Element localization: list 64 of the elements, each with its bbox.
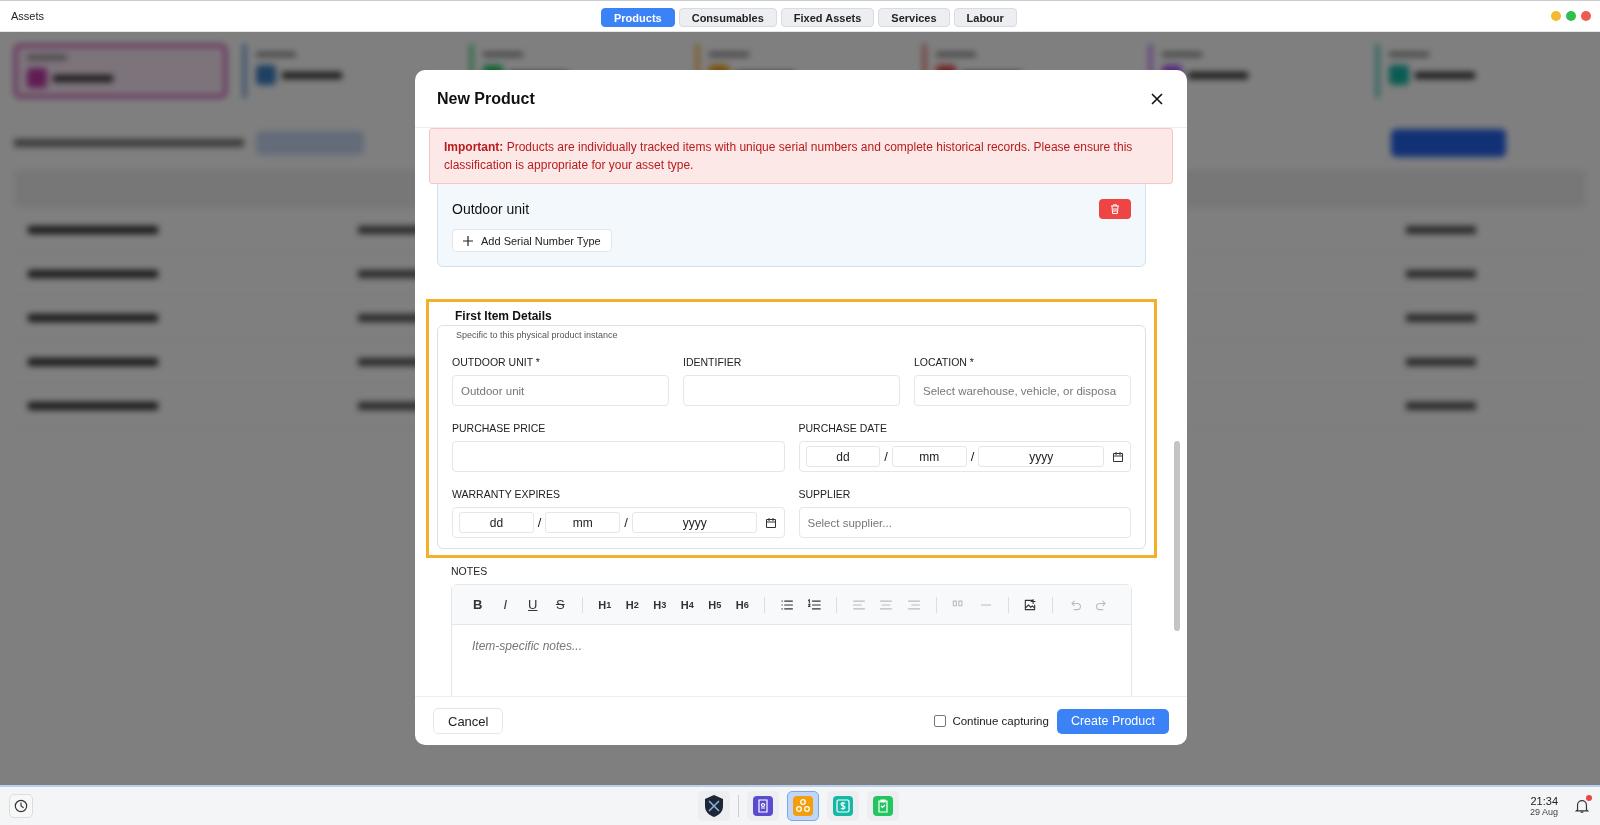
plus-icon <box>463 235 473 246</box>
dollar-app-icon[interactable] <box>827 791 859 821</box>
field-label: PURCHASE PRICE <box>452 422 547 434</box>
field-label: NOTES <box>451 565 489 577</box>
warning-banner: Important: Products are individually tracked items with unique serial numbers and complete historical records. Please ensure this classification is appropriate for your asset type. <box>429 128 1173 184</box>
date-segment[interactable]: mm <box>545 512 621 533</box>
dialog-title: New Product <box>437 89 535 108</box>
clock-date: 29 Aug <box>1529 807 1558 817</box>
maximize-dot[interactable] <box>1566 11 1576 21</box>
tab[interactable]: Labour <box>953 8 1017 27</box>
tab[interactable]: Services <box>878 8 950 27</box>
field-label: PURCHASE DATE <box>798 422 888 434</box>
delete-button[interactable] <box>1099 199 1131 219</box>
section-title: First Item Details <box>455 309 553 323</box>
tab[interactable]: Fixed Assets <box>780 8 875 27</box>
cancel-button[interactable]: Cancel <box>433 708 504 734</box>
app-title: Assets <box>11 10 44 22</box>
date-field[interactable]: dd / mm / yyyy <box>452 507 785 538</box>
date-segment[interactable]: yyyy <box>631 512 758 533</box>
format-button[interactable]: I <box>493 593 517 616</box>
checkbox[interactable] <box>934 715 947 727</box>
date-separator: / <box>970 449 975 464</box>
date-segment[interactable]: yyyy <box>978 446 1104 467</box>
close-icon[interactable] <box>1149 90 1165 107</box>
calendar-icon[interactable] <box>765 516 778 529</box>
field-label: SUPPLIER <box>798 488 852 500</box>
date-segment[interactable]: dd <box>459 512 534 533</box>
field-label: IDENTIFIER <box>683 356 743 368</box>
date-separator: / <box>884 449 888 464</box>
serial-type-name: Outdoor unit <box>452 201 530 217</box>
clipboard-app-icon[interactable] <box>867 791 899 821</box>
clock-icon[interactable] <box>9 794 33 818</box>
calendar-icon[interactable] <box>1112 450 1124 463</box>
date-separator: / <box>624 515 628 530</box>
select-field[interactable]: Select supplier... <box>798 507 1131 538</box>
input-field[interactable] <box>452 441 785 472</box>
tab[interactable]: Consumables <box>678 8 777 27</box>
notes-placeholder: Item-specific notes... <box>471 638 584 655</box>
add-serial-type-button[interactable]: Add Serial Number Type <box>452 229 612 252</box>
date-field[interactable]: dd / mm / yyyy <box>798 441 1131 472</box>
input-field[interactable] <box>683 375 900 406</box>
network-app-icon[interactable] <box>787 791 819 821</box>
date-separator: / <box>537 515 542 530</box>
date-segment[interactable]: dd <box>805 446 881 467</box>
tab[interactable]: Products <box>601 8 675 27</box>
minimize-dot[interactable] <box>1551 11 1561 21</box>
notification-bell-icon[interactable] <box>1574 798 1590 814</box>
section-hint: Specific to this physical product instance <box>456 330 619 340</box>
close-dot[interactable] <box>1581 11 1591 21</box>
date-segment[interactable]: mm <box>891 446 967 467</box>
select-field[interactable]: Select warehouse, vehicle, or disposa <box>914 375 1131 406</box>
format-button[interactable]: B <box>466 593 490 616</box>
checkbox-label: Continue capturing <box>952 715 1049 727</box>
input-field[interactable]: Outdoor unit <box>452 375 669 406</box>
clock-time: 21:34 <box>1530 795 1558 807</box>
field-label: OUTDOOR UNIT * <box>452 356 541 368</box>
field-label: WARRANTY EXPIRES <box>452 488 561 500</box>
trash-icon <box>1109 203 1121 215</box>
shield-logo-icon[interactable] <box>698 791 730 821</box>
contact-app-icon[interactable] <box>747 791 779 821</box>
format-button[interactable]: U <box>521 593 545 616</box>
format-button[interactable]: S <box>548 593 572 616</box>
create-button[interactable]: Create Product <box>1056 708 1169 734</box>
field-label: LOCATION * <box>914 356 975 368</box>
